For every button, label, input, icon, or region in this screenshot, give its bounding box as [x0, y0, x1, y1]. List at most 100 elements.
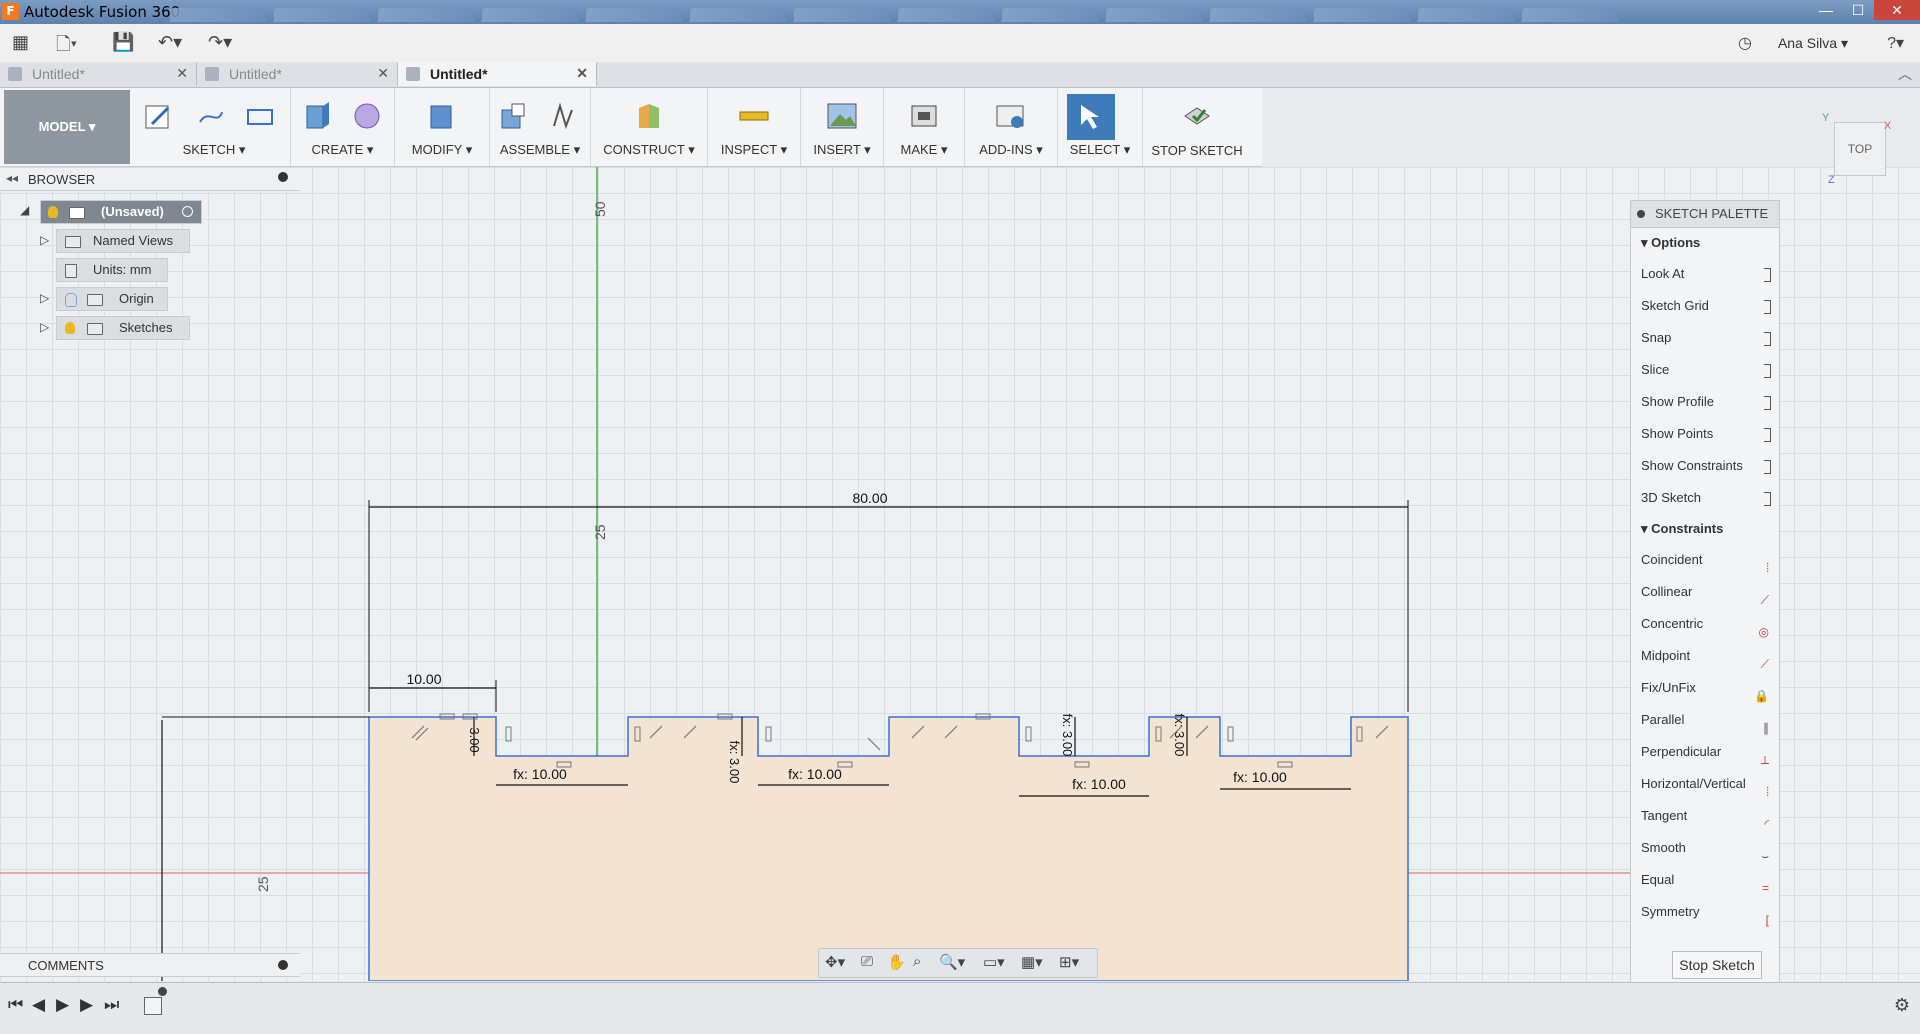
timeline-marker[interactable] — [158, 987, 167, 996]
close-window-button[interactable]: ✕ — [1874, 0, 1920, 20]
display-settings-icon[interactable]: ▭▾ — [983, 953, 1005, 971]
option-slice[interactable]: Slice — [1631, 354, 1779, 386]
browser-item-named-views[interactable]: Named Views — [56, 229, 190, 253]
rectangle-tool-icon[interactable] — [244, 100, 276, 132]
step-back-icon[interactable]: ◀ — [32, 995, 45, 1015]
constraint-collinear[interactable]: Collinear ⟋ — [1631, 576, 1779, 608]
view-cube[interactable]: TOP — [1834, 122, 1886, 176]
close-tab-icon[interactable]: ✕ — [176, 65, 188, 82]
constraint-fix-unfix[interactable]: Fix/UnFix 🔒 — [1631, 672, 1779, 704]
help-menu-icon[interactable]: ?▾ — [1887, 33, 1904, 53]
constraint-equal[interactable]: Equal = — [1631, 864, 1779, 896]
constraint-smooth[interactable]: Smooth ⌣ — [1631, 832, 1779, 864]
checkbox[interactable] — [1764, 268, 1771, 282]
file-menu-icon[interactable]: 🗋▾ — [56, 32, 77, 62]
pan-hand-icon[interactable]: ✋ — [887, 953, 906, 971]
checkbox[interactable] — [1764, 396, 1771, 410]
constraint-perpendicular[interactable]: Perpendicular ⟂ — [1631, 736, 1779, 768]
look-at-icon[interactable]: ⎚ — [861, 953, 873, 970]
joint-icon[interactable] — [548, 100, 580, 132]
scripts-addins-icon[interactable] — [995, 100, 1027, 132]
checkbox[interactable] — [1764, 364, 1771, 378]
insert-group[interactable]: INSERT ▾ — [801, 88, 884, 166]
save-icon[interactable]: 💾 — [112, 32, 134, 53]
modify-group[interactable]: MODIFY ▾ — [395, 88, 490, 166]
browser-item-units[interactable]: Units: mm — [56, 258, 168, 282]
doc-tab-2[interactable]: Untitled* ✕ — [197, 62, 398, 86]
select-group[interactable]: SELECT ▾ — [1058, 88, 1143, 166]
assemble-group[interactable]: ASSEMBLE ▾ — [490, 88, 591, 166]
new-component-icon[interactable] — [498, 100, 530, 132]
collapse-browser-icon[interactable]: ◂◂ — [6, 171, 18, 185]
timeline-settings-gear-icon[interactable]: ⚙ — [1894, 995, 1910, 1016]
constraint-midpoint[interactable]: Midpoint ⟋ — [1631, 640, 1779, 672]
timeline-sketch-feature[interactable] — [144, 997, 162, 1015]
option-snap[interactable]: Snap — [1631, 322, 1779, 354]
stop-sketch-button[interactable]: Stop Sketch — [1672, 951, 1762, 979]
minimize-button[interactable]: — — [1810, 0, 1842, 20]
checkbox[interactable] — [1764, 460, 1771, 474]
checkbox[interactable] — [1764, 492, 1771, 506]
expand-root-icon[interactable]: ◢ — [20, 203, 29, 217]
browser-panel-header[interactable]: ◂◂ BROWSER — [0, 168, 300, 191]
constraint-parallel[interactable]: Parallel ∥ — [1631, 704, 1779, 736]
play-icon[interactable]: ▶ — [56, 995, 69, 1015]
redo-icon[interactable]: ↷▾ — [208, 32, 232, 53]
constraint-concentric[interactable]: Concentric ◎ — [1631, 608, 1779, 640]
maximize-button[interactable]: ☐ — [1842, 0, 1874, 20]
extrude-icon[interactable] — [301, 100, 333, 132]
comments-pin-icon[interactable] — [278, 960, 288, 970]
construct-group[interactable]: CONSTRUCT ▾ — [591, 88, 708, 166]
constraint-horizontal-vertical[interactable]: Horizontal/Vertical ⦙ — [1631, 768, 1779, 800]
stop-sketch-group[interactable]: STOP SKETCH — [1143, 88, 1251, 166]
constraint-coincident[interactable]: Coincident ⦙ — [1631, 544, 1779, 576]
workspace-switcher-model[interactable]: MODEL ▾ — [4, 90, 130, 164]
doc-tab-1[interactable]: Untitled* ✕ — [0, 62, 197, 86]
option-3d-sketch[interactable]: 3D Sketch — [1631, 482, 1779, 514]
visibility-bulb-icon[interactable] — [48, 206, 58, 218]
user-account-menu[interactable]: Ana Silva ▾ — [1778, 35, 1848, 52]
close-tab-icon[interactable]: ✕ — [576, 65, 588, 82]
comments-panel[interactable]: COMMENTS — [0, 953, 300, 977]
option-sketch-grid[interactable]: Sketch Grid — [1631, 290, 1779, 322]
browser-item-sketches[interactable]: Sketches — [56, 316, 190, 340]
expand-sketches-icon[interactable]: ▷ — [40, 320, 49, 334]
create-sketch-icon[interactable] — [142, 100, 174, 132]
offset-plane-icon[interactable] — [633, 100, 665, 132]
orbit-icon[interactable]: ✥▾ — [825, 953, 845, 971]
press-pull-icon[interactable] — [425, 100, 457, 132]
browser-pin-icon[interactable] — [278, 172, 288, 182]
option-show-profile[interactable]: Show Profile — [1631, 386, 1779, 418]
doc-tab-3-active[interactable]: Untitled* ✕ — [398, 62, 597, 86]
collapse-ribbon-icon[interactable]: ︿ — [1898, 64, 1912, 84]
select-tool-active[interactable] — [1067, 94, 1115, 140]
option-look-at[interactable]: Look At — [1631, 258, 1779, 290]
sketch-group[interactable]: SKETCH ▾ — [138, 88, 291, 166]
inspect-group[interactable]: INSPECT ▾ — [708, 88, 801, 166]
step-forward-icon[interactable]: ▶ — [80, 995, 93, 1015]
sketch-palette-header[interactable]: SKETCH PALETTE — [1631, 201, 1779, 228]
palette-pin-icon[interactable] — [1637, 210, 1645, 218]
browser-root-unsaved[interactable]: (Unsaved) — [40, 200, 202, 224]
3d-print-icon[interactable] — [908, 100, 940, 132]
option-show-constraints[interactable]: Show Constraints — [1631, 450, 1779, 482]
option-show-points[interactable]: Show Points — [1631, 418, 1779, 450]
constraints-section-header[interactable]: ▾ Constraints — [1631, 514, 1779, 544]
app-grid-icon[interactable]: ▦ — [12, 32, 29, 53]
form-icon[interactable] — [351, 100, 383, 132]
checkbox[interactable] — [1764, 300, 1771, 314]
fit-zoom-icon[interactable]: 🔍▾ — [939, 953, 965, 971]
make-group[interactable]: MAKE ▾ — [884, 88, 965, 166]
expand-named-views-icon[interactable]: ▷ — [40, 233, 49, 247]
checkbox[interactable] — [1764, 428, 1771, 442]
constraint-tangent[interactable]: Tangent ◜ — [1631, 800, 1779, 832]
go-to-end-icon[interactable]: ⏭ — [104, 995, 119, 1015]
options-section-header[interactable]: ▾ Options — [1631, 228, 1779, 258]
measure-icon[interactable] — [738, 100, 770, 132]
browser-item-origin[interactable]: Origin — [56, 287, 168, 311]
close-tab-icon[interactable]: ✕ — [377, 65, 389, 82]
visibility-bulb-icon[interactable] — [65, 322, 75, 334]
expand-origin-icon[interactable]: ▷ — [40, 291, 49, 305]
viewports-icon[interactable]: ⊞▾ — [1059, 953, 1079, 971]
undo-icon[interactable]: ↶▾ — [158, 32, 182, 53]
